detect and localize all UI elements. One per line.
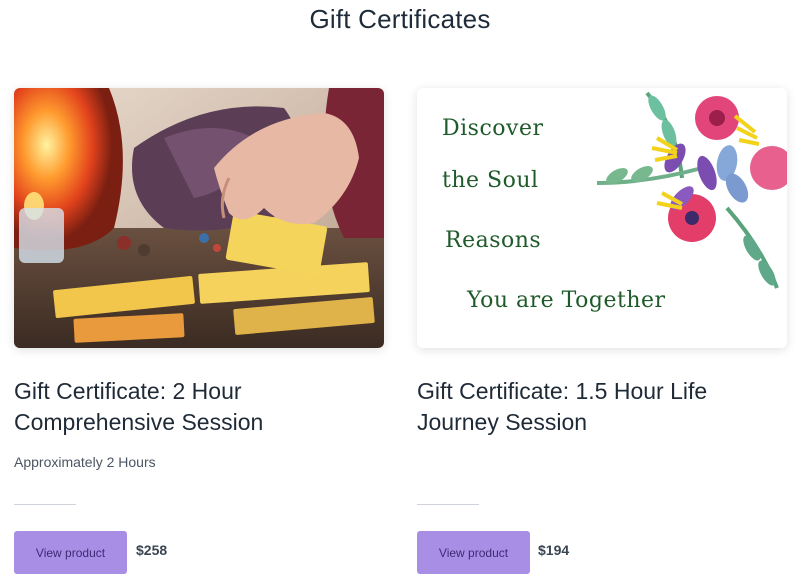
divider <box>417 504 479 505</box>
image-text-line: the Soul <box>442 168 539 193</box>
page: Gift Certificates Gift Certificate: 2 Ho… <box>0 0 800 582</box>
view-product-button[interactable]: View product <box>14 531 127 574</box>
product-price: $194 <box>538 542 570 558</box>
product-subtitle: Approximately 2 Hours <box>14 454 156 470</box>
product-title[interactable]: Gift Certificate: 2 Hour Comprehensive S… <box>14 376 374 438</box>
product-card: Gift Certificate: 2 Hour Comprehensive S… <box>14 88 384 574</box>
page-title: Gift Certificates <box>309 4 491 34</box>
product-card: Discover the Soul Reasons You are Togeth… <box>417 88 787 574</box>
floral-bouquet-illustration <box>596 91 787 289</box>
product-image-certificate[interactable]: Discover the Soul Reasons You are Togeth… <box>417 88 787 348</box>
divider <box>14 504 76 505</box>
view-product-button[interactable]: View product <box>417 531 530 574</box>
product-image-tarot[interactable] <box>14 88 384 348</box>
product-title[interactable]: Gift Certificate: 1.5 Hour Life Journey … <box>417 376 777 438</box>
tarot-photo-illustration <box>14 88 384 348</box>
image-text-line: Reasons <box>445 228 542 253</box>
image-text-line: Discover <box>442 116 544 141</box>
product-price: $258 <box>136 542 168 558</box>
product-subtitle <box>417 454 787 474</box>
